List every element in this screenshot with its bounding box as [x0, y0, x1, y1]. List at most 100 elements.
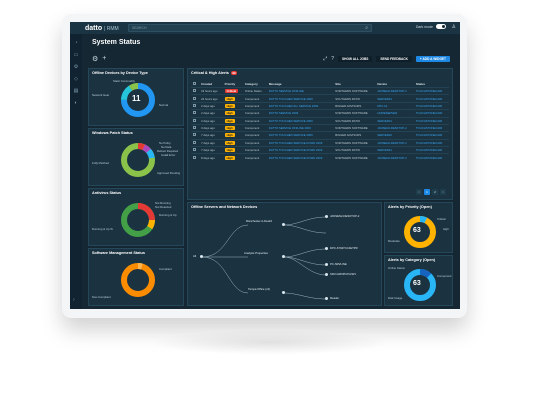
add-widget-button[interactable]: + ADD A WIDGET	[415, 56, 450, 62]
root-node-dot[interactable]	[200, 255, 203, 258]
pager-page-2[interactable]: 2	[432, 189, 438, 195]
table-row[interactable]: 2 days ago High Component DATTO SERVICE 200…	[191, 109, 449, 117]
row-checkbox[interactable]	[191, 101, 200, 110]
gauge-icon[interactable]: ◔	[70, 40, 82, 46]
row-checkbox[interactable]	[191, 86, 200, 95]
leaf-node-dot[interactable]	[325, 273, 328, 276]
cell-priority: High	[222, 153, 243, 161]
leaf-node-dot[interactable]	[325, 247, 328, 250]
search-input[interactable]: SEARCH ⌕	[128, 24, 372, 32]
legend-non-compliant: Non-Compliant	[92, 295, 111, 299]
expand-icon[interactable]: ⤢	[323, 56, 327, 62]
table-row[interactable]: 7 days ago High Component DATTO TOUCHED SER…	[191, 145, 449, 154]
alerts-table: Created Priority Category Message Site D…	[191, 81, 449, 161]
cell-status[interactable]: TOUCHSTONE/1100	[413, 109, 449, 117]
cell-status[interactable]: TOUCHSTONE/1100	[413, 101, 449, 110]
table-row[interactable]: 2 days ago High Component DATTO TOUCHED SER…	[191, 116, 449, 125]
hub-node-dot[interactable]	[282, 223, 285, 226]
dark-mode-toggle[interactable]	[436, 24, 446, 29]
table-row[interactable]: 2 days ago High Component DATTO TOUCHED ALL…	[191, 101, 449, 110]
hub-node-1: Manchester A-Desk3	[246, 219, 272, 223]
pager-page-1[interactable]: 1	[424, 189, 430, 195]
cell-device[interactable]: SERVER01	[375, 145, 414, 154]
cell-created: 3 days ago	[199, 123, 223, 132]
cell-device[interactable]: JANSEN2-DESKTOP-2	[375, 138, 414, 147]
alerts-body: 19 hours ago Critical Online Status DATTO S…	[191, 86, 449, 161]
cell-device[interactable]: JANSEN2-DESKTOP-2	[375, 153, 414, 161]
row-checkbox[interactable]	[191, 109, 200, 117]
devices-icon[interactable]: ▭	[70, 52, 82, 58]
cell-created: 2 days ago	[199, 109, 223, 117]
cell-device[interactable]: JANSEN2-DESKTOP-2	[375, 86, 414, 95]
cell-status[interactable]: TOUCHSTONE/1100	[413, 116, 449, 125]
cell-message[interactable]: DATTO SERVICE OFFLINE 2009	[266, 123, 334, 132]
cell-message[interactable]: DATTO TOUCHED SERVICE 2009	[266, 94, 334, 103]
cell-device[interactable]: HOMESERVER	[375, 109, 414, 117]
cell-status[interactable]: TOUCHSTONE/1100	[413, 86, 449, 95]
cell-message[interactable]: DATTO TOUCHED ALL SERVICE 2009	[266, 101, 334, 110]
settings-icon[interactable]: ⚙	[70, 64, 82, 70]
cell-status[interactable]: TOUCHSTONE/1100	[413, 94, 449, 103]
leaf-node-4: SRV-GRNPCFV2W1	[330, 272, 356, 276]
table-row[interactable]: 7 days ago High Component DATTO TOUCHED SER…	[191, 131, 449, 140]
cell-status[interactable]: TOUCHSTONE/1100	[413, 153, 449, 161]
help-icon[interactable]: ?	[331, 56, 334, 62]
row-checkbox[interactable]	[191, 131, 200, 140]
cell-device[interactable]: SERVER02	[375, 131, 414, 140]
priority-total: 63	[413, 227, 421, 234]
user-icon[interactable]: ♙	[452, 24, 456, 30]
row-checkbox[interactable]	[191, 153, 200, 161]
legend-moderate: Moderate	[388, 239, 400, 243]
cell-message[interactable]: DATTO TOUCHED SERVICE DOWN 2009	[266, 145, 334, 154]
dark-mode-label: Dark mode	[415, 24, 433, 29]
cell-status[interactable]: TOUCHSTONE/1100	[413, 123, 449, 132]
cell-site: SOUTHERN RATIO	[333, 94, 376, 103]
table-row[interactable]: 8 days ago High Component DATTO TOUCHED SER…	[191, 153, 449, 161]
cell-message[interactable]: DATTO TOUCHED SERVICE DOWN 2009	[266, 138, 334, 147]
row-checkbox[interactable]	[191, 123, 200, 132]
table-row[interactable]: 19 hours ago Critical Online Status DATTO S…	[191, 86, 449, 95]
row-checkbox[interactable]	[191, 94, 200, 103]
cell-status[interactable]: TOUCHSTONE/1100	[413, 145, 449, 154]
collapse-icon[interactable]: ›	[73, 297, 75, 303]
row-checkbox[interactable]	[191, 138, 200, 147]
cell-message[interactable]: DATTO TOUCHED SERVICE 2009	[266, 116, 334, 125]
cell-message[interactable]: DATTO TOUCHED SERVICE DOWN 2009	[266, 153, 334, 161]
legend-running-up: Running & Up	[159, 213, 177, 217]
help-icon[interactable]: ◐	[70, 100, 82, 106]
hub-node-dot[interactable]	[282, 255, 285, 258]
table-row[interactable]: 24 hours ago High Component DATTO TOUCHED S…	[191, 94, 449, 103]
cell-device[interactable]: DPC-01	[375, 101, 414, 110]
hub-node-dot[interactable]	[282, 291, 285, 294]
show-all-jobs-button[interactable]: SHOW ALL JOBS	[338, 56, 373, 62]
pager-prev[interactable]: <	[416, 189, 422, 195]
gear-icon[interactable]: ⚙	[92, 55, 98, 63]
leaf-node-dot[interactable]	[325, 263, 328, 266]
reports-icon[interactable]: ▤	[70, 88, 82, 94]
search-icon[interactable]: ⌕	[365, 25, 368, 31]
panel-title: Windows Patch Status	[92, 131, 133, 135]
row-checkbox[interactable]	[191, 116, 200, 125]
cell-device[interactable]: JANSEN2-DESKTOP-2	[375, 123, 414, 132]
app-logo[interactable]: datto | RMM	[70, 25, 128, 32]
send-feedback-button[interactable]: SEND FEEDBACK	[376, 56, 412, 62]
leaf-node-dot[interactable]	[325, 215, 328, 218]
panel-title: Antivirus Status	[92, 191, 122, 195]
alerts-icon[interactable]: ◇	[70, 76, 82, 82]
leaf-node-dot[interactable]	[325, 297, 328, 300]
table-row[interactable]: 7 days ago High Component DATTO TOUCHED SER…	[191, 138, 449, 147]
network-tree	[201, 216, 327, 300]
cell-status[interactable]: TOUCHSTONE/1100	[413, 138, 449, 147]
cell-message[interactable]: DATTO SERVICE OFFLINE	[266, 86, 334, 95]
page-toolbar: ⚙ +	[92, 55, 106, 63]
cell-message[interactable]: DATTO TOUCHED SERVICE 2009	[266, 131, 334, 140]
add-icon[interactable]: +	[102, 55, 106, 63]
cell-message[interactable]: DATTO SERVICE 2009	[266, 109, 334, 117]
row-checkbox[interactable]	[191, 145, 200, 154]
cell-device[interactable]: SERVER01	[375, 116, 414, 125]
cell-status[interactable]: TOUCHSTONE/1100	[413, 131, 449, 140]
table-row[interactable]: 3 days ago High Component DATTO SERVICE OFF…	[191, 123, 449, 132]
patch-status-panel: Windows Patch Status No Policy No Data R…	[88, 128, 184, 186]
cell-device[interactable]: SERVER01	[375, 94, 414, 103]
pager-next[interactable]: >	[440, 189, 446, 195]
